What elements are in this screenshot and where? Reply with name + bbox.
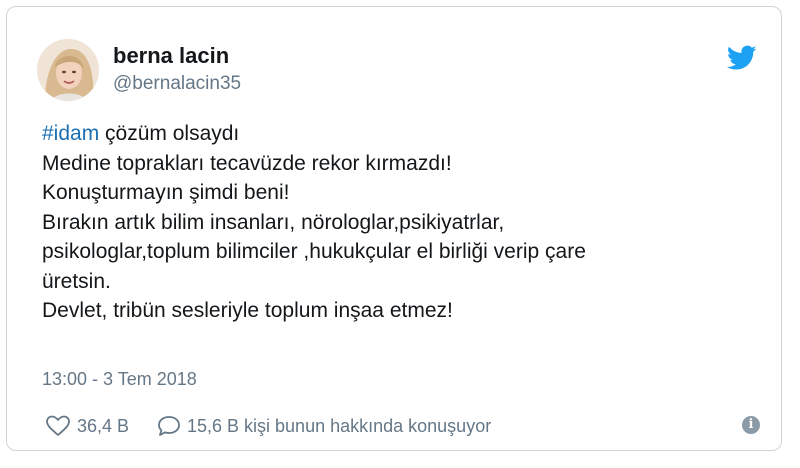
tweet-text: #idam çözüm olsaydı Medine toprakları te… bbox=[42, 119, 757, 326]
hashtag-link[interactable]: #idam bbox=[42, 122, 99, 145]
tweet-line: Medine toprakları tecavüzde rekor kırmaz… bbox=[42, 151, 452, 175]
tweet-line: psikologlar,toplum bilimciler ,hukukçula… bbox=[42, 240, 586, 263]
tweet-line-text: çözüm olsaydı bbox=[99, 122, 240, 145]
like-action[interactable]: 36,4 B bbox=[45, 415, 129, 437]
twitter-bird-icon[interactable] bbox=[727, 45, 757, 71]
reply-summary: 15,6 B kişi bunun hakkında konuşuyor bbox=[187, 415, 492, 436]
tweet-header: berna lacin @bernalacin35 bbox=[37, 39, 757, 103]
tweet-line: #idam çözüm olsaydı bbox=[42, 119, 757, 149]
tweet-timestamp[interactable]: 13:00 - 3 Tem 2018 bbox=[42, 369, 197, 390]
tweet-line: Konuşturmayın şimdi beni! bbox=[42, 181, 290, 204]
reply-action[interactable]: 15,6 B kişi bunun hakkında konuşuyor bbox=[157, 415, 491, 437]
user-handle[interactable]: @bernalacin35 bbox=[113, 73, 241, 95]
tweet-card: berna lacin @bernalacin35 #idam çözüm ol… bbox=[6, 6, 782, 451]
heart-icon bbox=[46, 415, 70, 436]
tweet-line: üretsin. bbox=[42, 269, 111, 293]
tweet-line: Bırakın artık bilim insanları, nörologla… bbox=[42, 210, 505, 234]
user-name[interactable]: berna lacin bbox=[113, 43, 229, 69]
tweet-line: Devlet, tribün sesleriyle toplum inşaa e… bbox=[42, 299, 453, 322]
avatar[interactable] bbox=[37, 39, 99, 101]
like-count: 36,4 B bbox=[77, 415, 130, 436]
speech-bubble-icon bbox=[158, 416, 180, 436]
info-icon[interactable]: i bbox=[742, 416, 760, 434]
tweet-footer: 36,4 B 15,6 B kişi bunun hakkında konuşu… bbox=[45, 411, 760, 441]
